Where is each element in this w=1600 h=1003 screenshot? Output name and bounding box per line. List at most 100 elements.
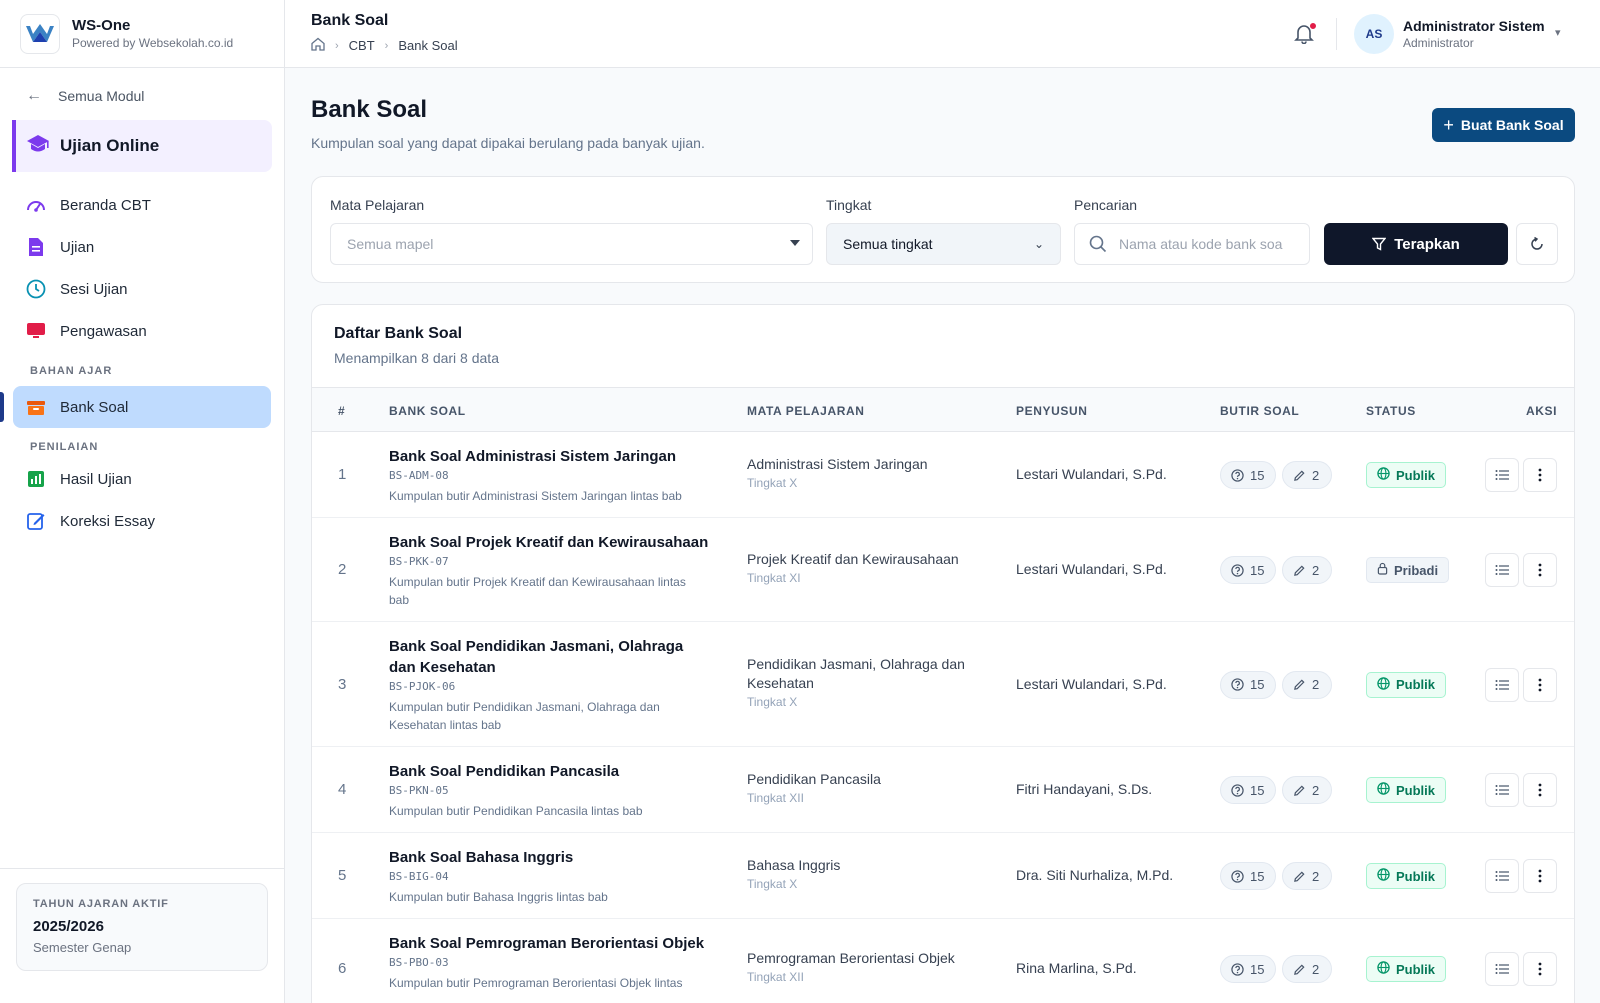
table-row[interactable]: 6 Bank Soal Pemrograman Berorientasi Obj… <box>312 919 1574 1003</box>
current-module[interactable]: Ujian Online <box>12 120 272 172</box>
bank-soal-cell: Bank Soal Pendidikan Pancasila BS-PKN-05… <box>389 761 709 820</box>
list-icon <box>1495 470 1509 480</box>
create-bank-soal-button[interactable]: + Buat Bank Soal <box>1432 108 1575 142</box>
pencil-icon <box>1294 784 1305 796</box>
filter-card: Mata Pelajaran Semua mapel Tingkat Semua… <box>311 176 1575 283</box>
view-items-button[interactable] <box>1485 952 1519 986</box>
more-actions-button[interactable] <box>1523 859 1557 893</box>
module-label: Ujian Online <box>60 136 160 155</box>
page-subtitle: Kumpulan soal yang dapat dipakai berulan… <box>311 135 705 151</box>
table-row[interactable]: 5 Bank Soal Bahasa Inggris BS-BIG-04 Kum… <box>312 833 1574 919</box>
more-vertical-icon <box>1538 678 1542 691</box>
more-actions-button[interactable] <box>1523 553 1557 587</box>
sidebar-nav: Beranda CBT Ujian Sesi Ujian Pengawasan … <box>0 184 284 542</box>
essay-count-badge: 2 <box>1282 862 1332 890</box>
active-semester: Semester Genap <box>33 940 132 955</box>
bank-soal-title[interactable]: Bank Soal Pendidikan Jasmani, Olahraga d… <box>389 636 709 678</box>
view-items-button[interactable] <box>1485 859 1519 893</box>
list-icon <box>1495 565 1509 575</box>
more-vertical-icon <box>1538 468 1542 482</box>
sidebar-item-pengawasan[interactable]: Pengawasan <box>0 310 284 352</box>
view-items-button[interactable] <box>1485 458 1519 492</box>
home-icon[interactable] <box>311 37 325 54</box>
search-input[interactable] <box>1119 236 1299 252</box>
mapel-tingkat: Tingkat XII <box>747 791 804 805</box>
sidebar-item-bank-soal[interactable]: Bank Soal <box>0 386 271 428</box>
globe-icon <box>1377 467 1396 483</box>
mapel-cell: Pendidikan Jasmani, Olahraga dan Kesehat… <box>747 655 977 709</box>
pencil-icon <box>1294 469 1305 481</box>
table-row[interactable]: 1 Bank Soal Administrasi Sistem Jaringan… <box>312 432 1574 518</box>
status-label: Publik <box>1396 868 1436 884</box>
table-row[interactable]: 3 Bank Soal Pendidikan Jasmani, Olahraga… <box>312 622 1574 747</box>
status-badge: Publik <box>1366 671 1447 698</box>
pencil-icon <box>1294 564 1305 576</box>
table-row[interactable]: 4 Bank Soal Pendidikan Pancasila BS-PKN-… <box>312 747 1574 833</box>
bank-soal-title[interactable]: Bank Soal Administrasi Sistem Jaringan <box>389 446 709 467</box>
essay-count-badge: 2 <box>1282 955 1332 983</box>
more-vertical-icon <box>1538 869 1542 883</box>
mapel-name: Bahasa Inggris <box>747 857 841 873</box>
view-items-button[interactable] <box>1485 773 1519 807</box>
question-count-badge: 15 <box>1220 776 1276 804</box>
active-year-card: TAHUN AJARAN AKTIF 2025/2026 Semester Ge… <box>16 883 268 971</box>
bank-soal-cell: Bank Soal Bahasa Inggris BS-BIG-04 Kumpu… <box>389 847 709 906</box>
more-actions-button[interactable] <box>1523 458 1557 492</box>
header-mata-pelajaran[interactable]: MATA PELAJARAN <box>747 404 865 418</box>
reset-button[interactable] <box>1516 223 1558 265</box>
apply-button-label: Terapkan <box>1394 235 1460 253</box>
sidebar-item-label: Pengawasan <box>60 322 147 340</box>
tingkat-select[interactable]: Semua tingkat ⌄ <box>826 223 1061 265</box>
bank-soal-title[interactable]: Bank Soal Pendidikan Pancasila <box>389 761 709 782</box>
search-field[interactable] <box>1074 223 1310 265</box>
sidebar-item-ujian[interactable]: Ujian <box>0 226 284 268</box>
essay-count-badge: 2 <box>1282 461 1332 489</box>
bank-soal-title[interactable]: Bank Soal Pemrograman Berorientasi Objek <box>389 933 709 954</box>
brand[interactable]: WS-One Powered by Websekolah.co.id <box>0 0 284 68</box>
table-row[interactable]: 2 Bank Soal Projek Kreatif dan Kewirausa… <box>312 518 1574 622</box>
bank-soal-code: BS-BIG-04 <box>389 870 449 883</box>
question-circle-icon <box>1231 468 1244 482</box>
question-count: 15 <box>1250 467 1265 483</box>
all-modules-link[interactable]: ← Semua Modul <box>26 82 284 110</box>
mapel-tingkat: Tingkat X <box>747 476 798 490</box>
question-count: 15 <box>1250 782 1265 798</box>
chevron-down-icon: ⌄ <box>1033 237 1044 251</box>
bank-soal-description: Kumpulan butir Pendidikan Jasmani, Olahr… <box>389 700 660 732</box>
header-bank-soal[interactable]: BANK SOAL <box>389 404 466 418</box>
view-items-button[interactable] <box>1485 667 1519 702</box>
pencil-icon <box>1294 963 1305 975</box>
question-count-badge: 15 <box>1220 670 1276 699</box>
pencil-icon <box>1294 679 1305 690</box>
chevron-down-icon[interactable]: ▾ <box>1555 26 1561 39</box>
header-status[interactable]: STATUS <box>1366 404 1416 418</box>
section-penilaian: PENILAIAN <box>30 441 99 453</box>
breadcrumb-item[interactable]: CBT <box>349 38 375 53</box>
essay-count: 2 <box>1312 782 1320 798</box>
sidebar-item-sesi-ujian[interactable]: Sesi Ujian <box>0 268 284 310</box>
mapel-select[interactable]: Semua mapel <box>330 223 813 265</box>
sidebar-item-hasil-ujian[interactable]: Hasil Ujian <box>0 458 284 500</box>
sidebar-item-beranda-cbt[interactable]: Beranda CBT <box>0 184 284 226</box>
bank-soal-title[interactable]: Bank Soal Projek Kreatif dan Kewirausaha… <box>389 532 709 553</box>
sidebar-item-koreksi-essay[interactable]: Koreksi Essay <box>0 500 284 542</box>
filter-icon <box>1372 237 1387 251</box>
user-name[interactable]: Administrator Sistem <box>1403 18 1545 34</box>
avatar[interactable]: AS <box>1354 14 1394 54</box>
user-role: Administrator <box>1403 36 1474 50</box>
more-actions-button[interactable] <box>1523 773 1557 807</box>
mapel-cell: Projek Kreatif dan Kewirausahaan Tingkat… <box>747 550 977 585</box>
view-items-button[interactable] <box>1485 553 1519 587</box>
bank-soal-title[interactable]: Bank Soal Bahasa Inggris <box>389 847 709 868</box>
apply-filter-button[interactable]: Terapkan <box>1324 223 1508 265</box>
row-number: 4 <box>338 781 347 798</box>
more-actions-button[interactable] <box>1523 667 1557 702</box>
header-penyusun[interactable]: PENYUSUN <box>1016 404 1087 418</box>
mapel-cell: Administrasi Sistem Jaringan Tingkat X <box>747 455 977 490</box>
bank-soal-table-card: Daftar Bank Soal Menampilkan 8 dari 8 da… <box>311 304 1575 1003</box>
mapel-select-value: Semua mapel <box>347 236 434 252</box>
status-badge: Pribadi <box>1366 557 1450 583</box>
more-actions-button[interactable] <box>1523 952 1557 986</box>
topbar: Bank Soal › CBT › Bank Soal AS Administr… <box>285 0 1600 68</box>
header-butir-soal[interactable]: BUTIR SOAL <box>1220 404 1299 418</box>
